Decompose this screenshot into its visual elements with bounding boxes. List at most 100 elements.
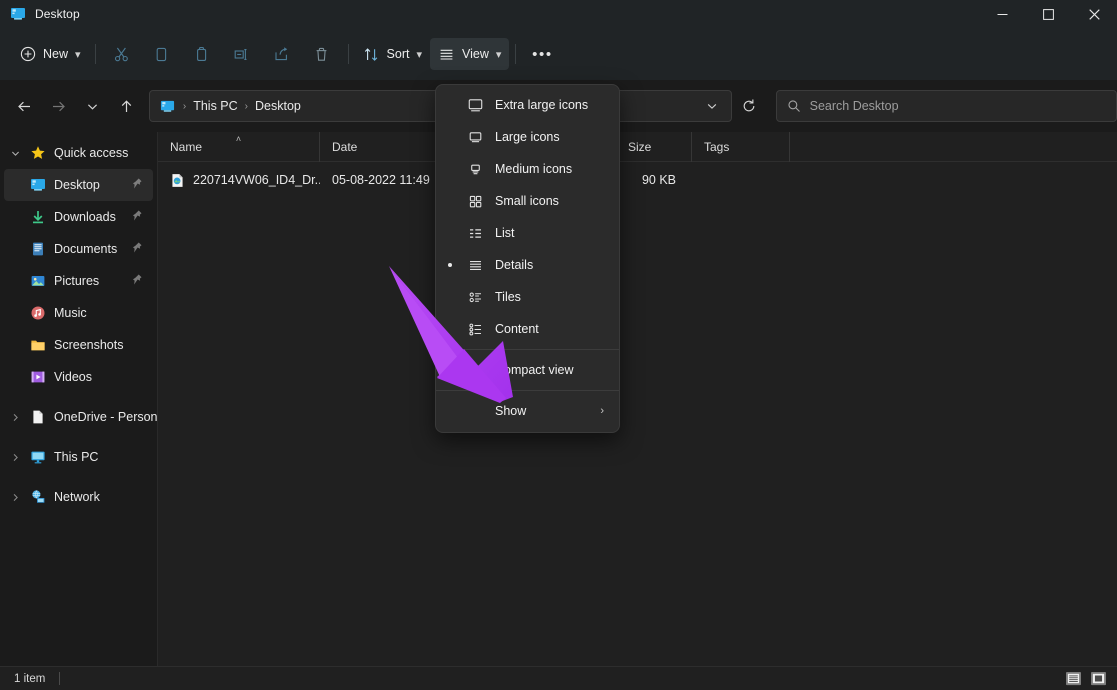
- sidebar-item-pictures[interactable]: Pictures: [4, 265, 153, 297]
- chevron-right-icon[interactable]: [4, 412, 26, 423]
- menu-item-list[interactable]: List: [439, 217, 616, 249]
- sidebar-item-documents[interactable]: Documents: [4, 233, 153, 265]
- monitor-xl-icon: [461, 97, 489, 114]
- menu-item-content[interactable]: Content: [439, 313, 616, 345]
- item-count-label: 1 item: [14, 672, 46, 685]
- minimize-button[interactable]: [979, 0, 1025, 28]
- sidebar-item-videos[interactable]: Videos: [4, 361, 153, 393]
- menu-item-extra-large-icons[interactable]: Extra large icons: [439, 89, 616, 121]
- sort-button-label: Sort: [386, 47, 410, 61]
- forward-button[interactable]: [42, 89, 76, 123]
- large-icons-view-icon: [1090, 671, 1106, 686]
- new-button-label: New: [43, 47, 69, 61]
- menu-item-show[interactable]: Show ›: [439, 395, 616, 427]
- column-headers: ˄ Name Date Size Tags: [158, 131, 1117, 162]
- up-button[interactable]: [109, 89, 143, 123]
- sidebar-item-network[interactable]: Network: [4, 481, 153, 513]
- file-rows: 220714VW06_ID4_Dr... 05-08-2022 11:49 90…: [158, 162, 1117, 194]
- sidebar-group-quick-access[interactable]: Quick access: [4, 137, 153, 169]
- back-button[interactable]: [8, 89, 42, 123]
- sort-arrows-icon: [364, 47, 377, 61]
- sidebar-item-screenshots[interactable]: Screenshots: [4, 329, 153, 361]
- toolbar-separator: [94, 44, 96, 64]
- column-header-size[interactable]: Size: [616, 131, 692, 162]
- menu-item-label: Extra large icons: [495, 98, 589, 112]
- window-title: Desktop: [35, 7, 80, 21]
- scissors-icon: [114, 47, 128, 61]
- copy-button[interactable]: [142, 38, 182, 70]
- chevron-right-icon: ›: [600, 405, 604, 417]
- new-button[interactable]: New ▾: [12, 38, 89, 70]
- file-list-pane: ˄ Name Date Size Tags 220714VW06_ID4_Dr.…: [158, 131, 1117, 666]
- view-dropdown-menu[interactable]: Extra large icons Large icons Medium ico…: [435, 84, 620, 433]
- pin-icon[interactable]: [130, 273, 143, 289]
- pin-icon[interactable]: [130, 209, 143, 225]
- large-icons-view-button[interactable]: [1087, 670, 1109, 688]
- sidebar-item-desktop[interactable]: Desktop: [4, 169, 153, 201]
- refresh-icon: [743, 99, 755, 112]
- breadcrumb-desktop[interactable]: Desktop: [250, 96, 306, 116]
- menu-item-small-icons[interactable]: Small icons: [439, 185, 616, 217]
- search-input[interactable]: Search Desktop: [775, 90, 1117, 122]
- rename-button[interactable]: [222, 38, 262, 70]
- menu-item-tiles[interactable]: Tiles: [439, 281, 616, 313]
- recent-locations-button[interactable]: [75, 89, 109, 123]
- status-bar: 1 item: [0, 666, 1117, 690]
- rename-icon: [234, 48, 247, 60]
- monitor-lg-icon: [461, 129, 489, 146]
- maximize-button[interactable]: [1025, 0, 1071, 28]
- column-header-name[interactable]: ˄ Name: [158, 131, 320, 162]
- toolbar-separator-3: [515, 44, 517, 64]
- address-dropdown-button[interactable]: [699, 93, 725, 119]
- view-button[interactable]: View ▾: [430, 38, 510, 70]
- details-view-button[interactable]: [1062, 670, 1084, 688]
- menu-item-compact-view[interactable]: Compact view: [439, 354, 616, 386]
- sidebar-group-label: Quick access: [54, 146, 129, 160]
- sidebar-item-label: Downloads: [54, 210, 116, 224]
- navigation-pane[interactable]: Quick access Desktop Downloads Documents…: [0, 132, 158, 666]
- menu-item-label: Tiles: [495, 290, 521, 304]
- sidebar-item-label: Screenshots: [54, 338, 124, 352]
- download-icon: [26, 209, 50, 225]
- column-label: Name: [170, 139, 203, 154]
- sort-button[interactable]: Sort ▾: [355, 38, 430, 70]
- cut-button[interactable]: [102, 38, 142, 70]
- delete-button[interactable]: [302, 38, 342, 70]
- menu-item-medium-icons[interactable]: Medium icons: [439, 153, 616, 185]
- chevron-down-icon: [87, 103, 97, 110]
- search-icon: [788, 100, 800, 112]
- breadcrumb-this-pc[interactable]: This PC: [188, 96, 242, 116]
- close-button[interactable]: [1071, 0, 1117, 28]
- pin-icon[interactable]: [130, 241, 143, 257]
- menu-item-details[interactable]: Details: [439, 249, 616, 281]
- chevron-down-icon[interactable]: [4, 148, 26, 159]
- menu-item-large-icons[interactable]: Large icons: [439, 121, 616, 153]
- details-lines-icon: [461, 257, 489, 274]
- share-button[interactable]: [262, 38, 302, 70]
- sidebar-item-downloads[interactable]: Downloads: [4, 201, 153, 233]
- folder-icon: [26, 337, 50, 353]
- grid-squares-icon: [461, 193, 489, 210]
- sidebar-item-this-pc[interactable]: This PC: [4, 441, 153, 473]
- sidebar-item-onedrive[interactable]: OneDrive - Personal: [4, 401, 157, 433]
- tiles-icon: [461, 289, 489, 306]
- chevron-right-icon[interactable]: [4, 492, 26, 503]
- table-row[interactable]: 220714VW06_ID4_Dr... 05-08-2022 11:49 90…: [158, 166, 1117, 194]
- sort-indicator-icon: ˄: [235, 133, 242, 144]
- view-toggle-group: [1062, 670, 1109, 688]
- more-options-button[interactable]: •••: [522, 38, 562, 70]
- star-icon: [26, 145, 50, 161]
- search-placeholder: Search Desktop: [809, 99, 899, 113]
- menu-item-label: Content: [495, 322, 539, 336]
- file-name: 220714VW06_ID4_Dr...: [193, 173, 320, 187]
- chevron-right-icon[interactable]: [4, 452, 26, 463]
- column-label: Size: [628, 139, 652, 154]
- sidebar-item-music[interactable]: Music: [4, 297, 153, 329]
- trash-icon: [316, 47, 327, 61]
- menu-separator: [436, 349, 619, 350]
- paste-button[interactable]: [182, 38, 222, 70]
- network-icon: [26, 489, 50, 505]
- pin-icon[interactable]: [130, 177, 143, 193]
- refresh-button[interactable]: [734, 90, 764, 122]
- column-header-tags[interactable]: Tags: [692, 131, 790, 162]
